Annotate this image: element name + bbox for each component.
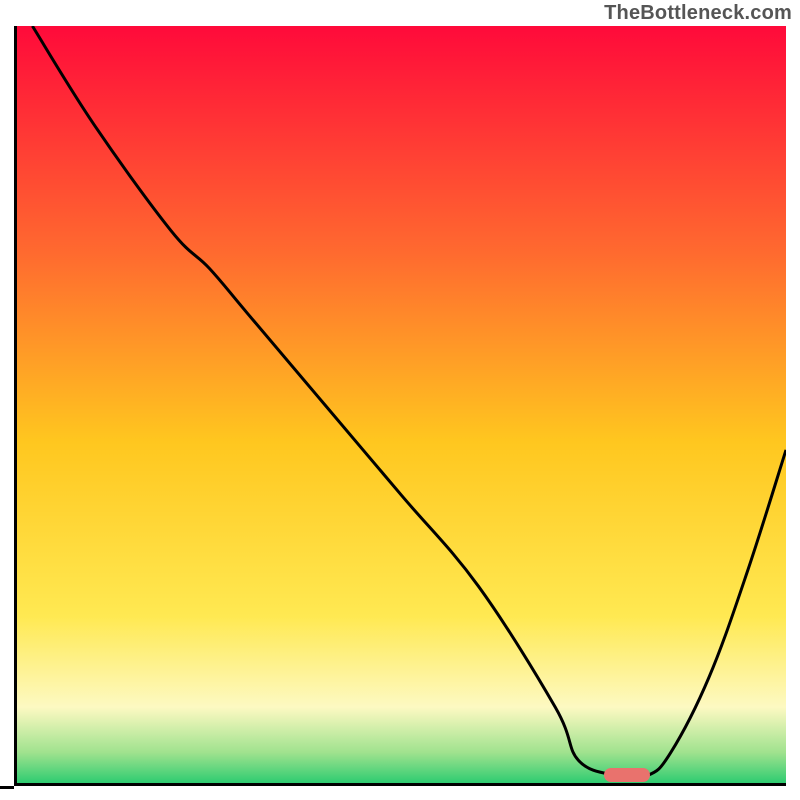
optimal-marker <box>604 768 650 782</box>
chart-root: TheBottleneck.com <box>0 0 800 800</box>
watermark-text: TheBottleneck.com <box>604 2 792 25</box>
plot-area <box>14 26 786 786</box>
axis-bottom-extension <box>0 786 14 789</box>
bottleneck-curve <box>17 26 786 783</box>
